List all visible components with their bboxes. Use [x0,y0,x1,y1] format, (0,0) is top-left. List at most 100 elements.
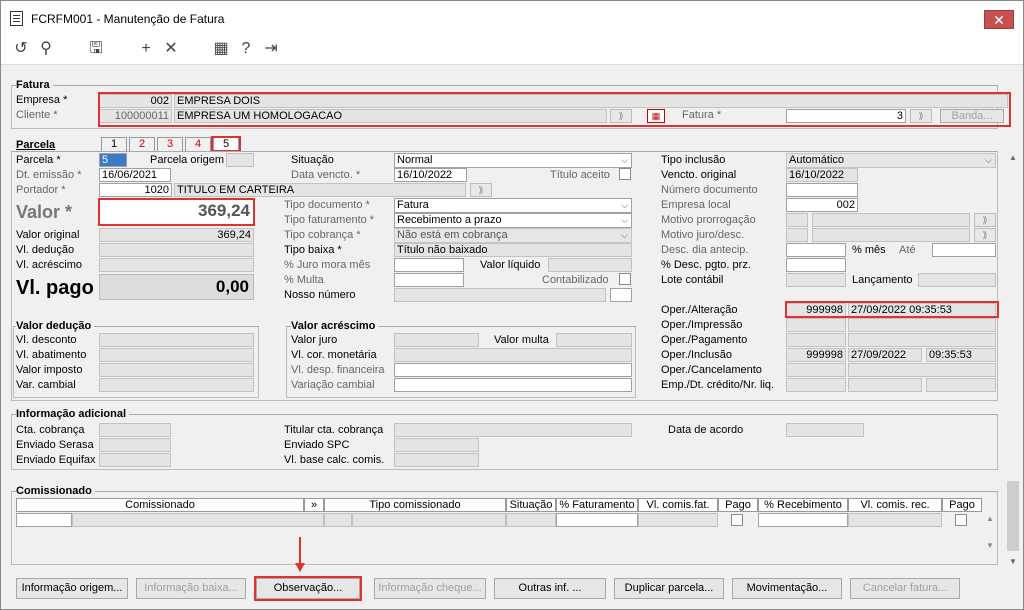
var-cambial-label: Var. cambial [16,379,76,391]
info-baixa-button[interactable]: Informação baixa... [136,578,246,599]
col-tipo-comissionado[interactable]: Tipo comissionado [324,498,506,512]
exit-icon[interactable]: ⇥ [261,39,281,59]
portador-search-button[interactable]: ⟫ [470,183,492,197]
vencto-original-label: Vencto. original [661,169,737,181]
form-content: Fatura Empresa * 002 EMPRESA DOIS Client… [2,67,1011,607]
col-vl-comis-rec[interactable]: Vl. comis. rec. [848,498,942,512]
save-icon[interactable]: 🖫 [86,39,106,59]
nosso-numero-dv-field[interactable] [610,288,632,302]
lote-contabil-label: Lote contábil [661,274,724,286]
tipo-documento-dropdown[interactable]: Fatura ⌵ [394,198,632,213]
search-icon[interactable]: ⚲ [36,39,56,59]
dt-emissao-field[interactable]: 16/06/2021 [99,168,171,182]
col-vl-comis-fat[interactable]: Vl. comis.fat. [638,498,718,512]
row-pago-rec-checkbox[interactable] [955,514,967,526]
undo-icon[interactable]: ↺ [11,39,31,59]
juro-mora-field[interactable] [394,258,464,272]
tipo-faturamento-dropdown[interactable]: Recebimento a prazo ⌵ [394,213,632,228]
dt-emissao-label: Dt. emissão * [16,169,82,181]
desc-dia-antecip-field[interactable] [786,243,846,257]
col-comissionado[interactable]: Comissionado [16,498,304,512]
enviado-equifax-field [99,453,171,467]
window-scrollbar[interactable]: ▲ ▼ [1005,151,1021,571]
situacao-dropdown[interactable]: Normal ⌵ [394,153,632,168]
info-origem-button[interactable]: Informação origem... [16,578,128,599]
ate-field[interactable] [932,243,996,257]
delete-icon[interactable]: ✕ [161,39,181,59]
valor-acrescimo-title: Valor acréscimo [291,320,379,332]
scroll-down-icon[interactable]: ▼ [1009,557,1017,566]
lancamento-label: Lançamento [852,274,913,286]
info-cheque-button[interactable]: Informação cheque... [374,578,486,599]
parcela-field[interactable]: 5 [99,153,127,167]
scroll-up-icon[interactable]: ▲ [1009,153,1017,162]
motivo-juro-code [786,228,808,242]
scroll-thumb[interactable] [1007,481,1019,551]
valor-label: Valor * [16,202,73,222]
data-vencto-field[interactable]: 16/10/2022 [394,168,467,182]
tipo-cobranca-dropdown[interactable]: Não está em cobrança ⌵ [394,228,632,243]
row-pct-faturamento[interactable] [556,513,638,527]
duplicar-parcela-button[interactable]: Duplicar parcela... [614,578,724,599]
annotation-arrow-line [299,537,301,565]
row-situacao [506,513,556,527]
desp-financeira-field[interactable] [394,363,632,377]
col-expand[interactable]: » [304,498,324,512]
col-situacao[interactable]: Situação [506,498,556,512]
tipo-documento-label: Tipo documento * [284,199,370,211]
col-pago-fat[interactable]: Pago [718,498,758,512]
empresa-local-field[interactable]: 002 [786,198,858,212]
numero-documento-field[interactable] [786,183,858,197]
motivo-prorrogacao-search[interactable]: ⟫ [974,213,996,227]
motivo-juro-search[interactable]: ⟫ [974,228,996,242]
tab-parcela-1[interactable]: 1 [101,137,127,151]
oper-alteracao-annotation-box [785,301,999,318]
close-button[interactable]: ✕ [984,10,1014,29]
vl-desconto-label: Vl. desconto [16,334,77,346]
multa-label: % Multa [284,274,324,286]
portador-code-field[interactable]: 1020 [99,183,172,197]
enviado-serasa-field [99,438,171,452]
tab-annotation-box [211,136,241,152]
tab-parcela-2[interactable]: 2 [129,137,155,151]
parcela-section-title: Parcela [16,139,59,151]
oper-impressao-datetime [848,318,996,332]
empresa-local-label: Empresa local [661,199,731,211]
info-adicional-title: Informação adicional [16,408,130,420]
portador-label: Portador * [16,184,66,196]
contabilizado-checkbox[interactable] [619,273,631,285]
help-icon[interactable]: ? [236,39,256,59]
oper-cancelamento-label: Oper./Cancelamento [661,364,762,376]
col-pago-rec[interactable]: Pago [942,498,982,512]
tab-parcela-4[interactable]: 4 [185,137,211,151]
valor-deducao-title: Valor dedução [16,320,95,332]
fatura-annotation-box [98,92,1011,127]
valor-original-field: 369,24 [99,228,254,242]
col-pct-recebimento[interactable]: % Recebimento [758,498,848,512]
variacao-cambial-field[interactable] [394,378,632,392]
col-pct-faturamento[interactable]: % Faturamento [556,498,638,512]
row-pct-recebimento[interactable] [758,513,848,527]
valor-imposto-label: Valor imposto [16,364,83,376]
tab-parcela-3[interactable]: 3 [157,137,183,151]
row-pago-fat-checkbox[interactable] [731,514,743,526]
add-icon[interactable]: + [136,39,156,59]
multa-field[interactable] [394,273,464,287]
tipo-inclusao-dropdown[interactable]: Automático ⌵ [786,153,996,168]
parcela-origem-field [226,153,254,167]
oper-inclusao-user: 999998 [786,348,846,362]
desc-pgto-prz-field[interactable] [786,258,846,272]
enviado-spc-label: Enviado SPC [284,439,350,451]
outras-inf-button[interactable]: Outras inf. ... [494,578,606,599]
desc-pgto-prz-label: % Desc. pgto. prz. [661,259,751,271]
calendar-icon[interactable]: ▦ [211,39,231,59]
grid-scrollbar[interactable]: ▲ ▼ [984,514,996,562]
portador-name-field: TITULO EM CARTEIRA [174,183,466,197]
row-comissionado-code[interactable] [16,513,72,527]
tipo-baixa-field: Título não baixado [394,243,632,257]
cancelar-fatura-button[interactable]: Cancelar fatura... [850,578,960,599]
oper-inclusao-label: Oper./Inclusão [661,349,732,361]
movimentacao-button[interactable]: Movimentação... [732,578,842,599]
titulo-aceito-checkbox[interactable] [619,168,631,180]
data-acordo-label: Data de acordo [668,424,744,436]
